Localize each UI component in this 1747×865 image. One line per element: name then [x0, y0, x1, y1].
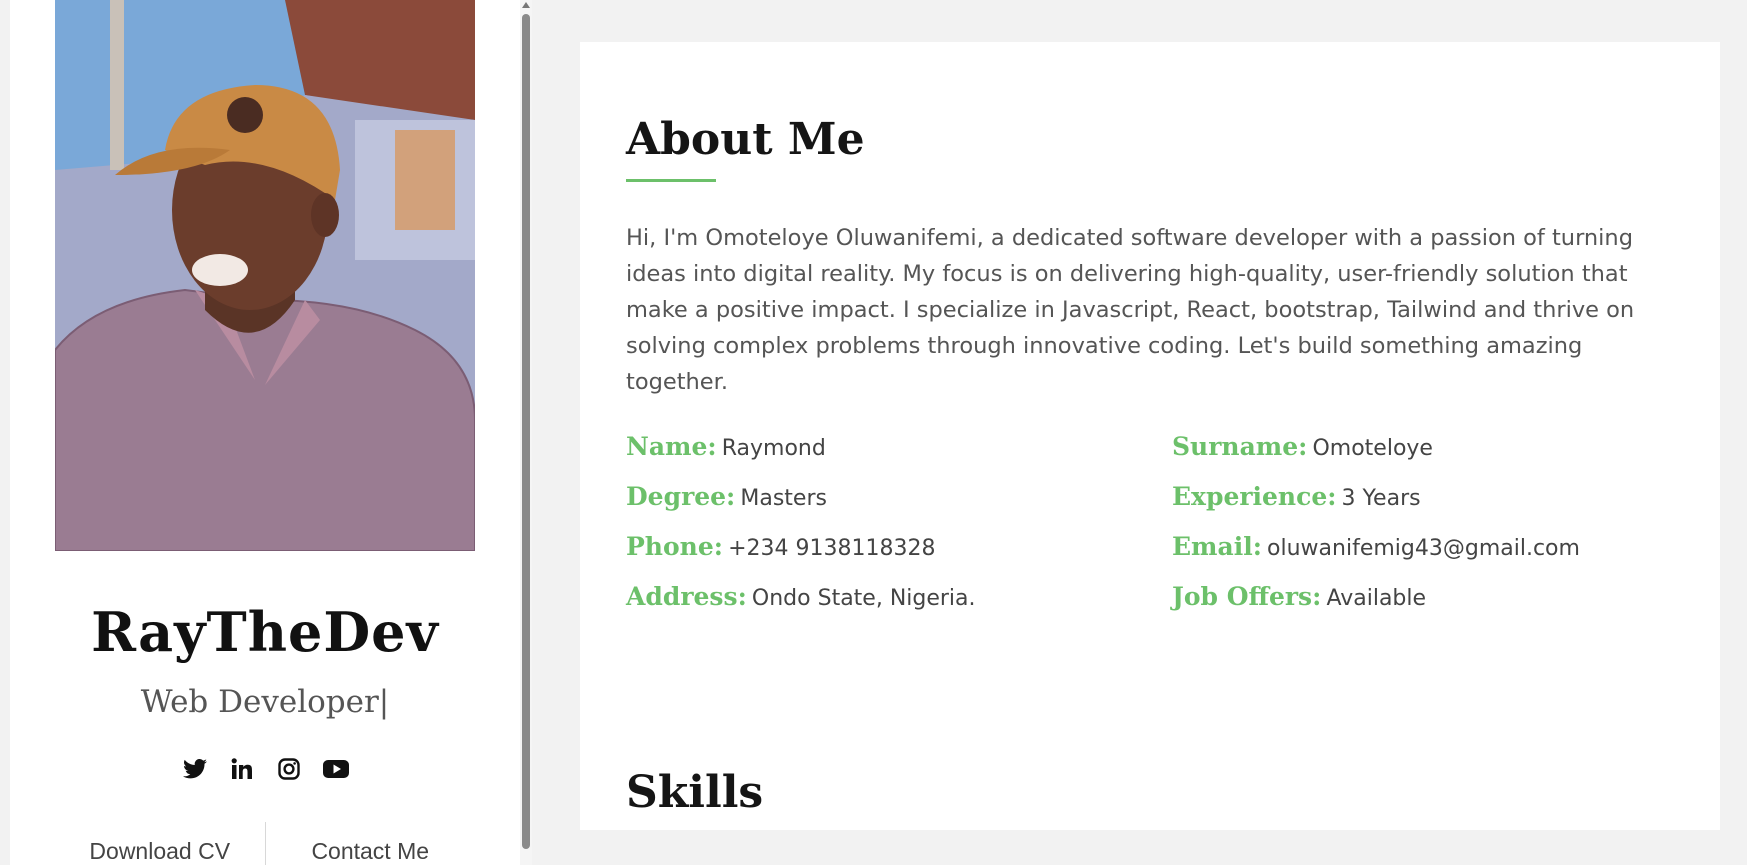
scroll-up-arrow-icon[interactable]: [522, 2, 530, 8]
info-value: Omoteloye: [1312, 436, 1433, 461]
info-value: Available: [1326, 586, 1427, 611]
profile-scrollbar[interactable]: [520, 0, 532, 865]
info-label: Job Offers:: [1172, 582, 1322, 611]
info-email: Email: oluwanifemig43@gmail.com: [1172, 528, 1716, 565]
info-surname: Surname: Omoteloye: [1172, 428, 1716, 465]
profile-name: RayTheDev: [91, 600, 439, 664]
info-name: Name: Raymond: [626, 428, 1172, 465]
info-label: Email:: [1172, 532, 1262, 561]
info-label: Phone:: [626, 532, 723, 561]
info-value: Masters: [740, 486, 827, 511]
profile-role: Web Developer|: [140, 684, 390, 720]
info-job-offers: Job Offers: Available: [1172, 578, 1716, 615]
info-degree: Degree: Masters: [626, 478, 1172, 515]
skills-title: Skills: [626, 767, 764, 818]
scroll-thumb[interactable]: [522, 14, 530, 849]
download-cv-button[interactable]: Download CV: [55, 822, 265, 865]
about-title: About Me: [626, 114, 865, 165]
info-experience: Experience: 3 Years: [1172, 478, 1716, 515]
instagram-icon[interactable]: [275, 755, 302, 782]
about-title-underline: [626, 179, 716, 182]
social-links: [55, 755, 475, 782]
profile-card: RayTheDev Web Developer| Download CV Con…: [10, 0, 520, 865]
profile-photo: [55, 0, 475, 551]
about-description: Hi, I'm Omoteloye Oluwanifemi, a dedicat…: [626, 225, 1635, 395]
contact-me-button[interactable]: Contact Me: [266, 822, 476, 865]
info-label: Name:: [626, 432, 717, 461]
youtube-icon[interactable]: [322, 755, 349, 782]
linkedin-icon[interactable]: [228, 755, 255, 782]
personal-info-grid: Name: Raymond Surname: Omoteloye Degree:…: [626, 428, 1716, 615]
info-value: +234 9138118328: [728, 536, 936, 561]
info-label: Degree:: [626, 482, 736, 511]
twitter-icon[interactable]: [181, 755, 208, 782]
info-label: Surname:: [1172, 432, 1308, 461]
info-label: Address:: [626, 582, 747, 611]
info-value: Ondo State, Nigeria.: [751, 586, 976, 611]
info-value: Raymond: [721, 436, 826, 461]
info-value: 3 Years: [1341, 486, 1421, 511]
about-section-card: About Me Hi, I'm Omoteloye Oluwanifemi, …: [580, 42, 1720, 830]
info-value: oluwanifemig43@gmail.com: [1267, 536, 1580, 561]
info-address: Address: Ondo State, Nigeria.: [626, 578, 1172, 615]
info-label: Experience:: [1172, 482, 1337, 511]
info-phone: Phone: +234 9138118328: [626, 528, 1172, 565]
profile-actions: Download CV Contact Me: [55, 822, 475, 865]
